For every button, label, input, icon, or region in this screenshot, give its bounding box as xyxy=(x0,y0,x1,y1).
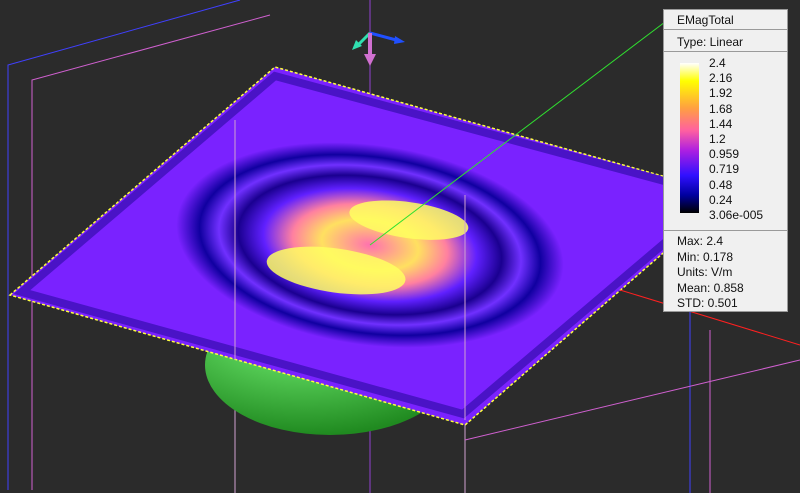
stat-max: Max: 2.4 xyxy=(677,234,724,248)
legend-stats: Max: 2.4 Min: 0.178 Units: V/m Mean: 0.8… xyxy=(664,231,787,312)
axis-triad-icon[interactable] xyxy=(352,31,405,66)
tick-label: 0.959 xyxy=(709,147,740,162)
stat-std: STD: 0.501 xyxy=(677,296,738,310)
color-bar xyxy=(680,63,699,213)
tick-label: 0.48 xyxy=(709,177,733,192)
legend-type: Type: Linear xyxy=(664,30,787,52)
tick-label: 1.92 xyxy=(709,86,733,101)
tick-label: 1.68 xyxy=(709,101,733,116)
tick-label: 3.06e-005 xyxy=(709,208,764,223)
stat-min: Min: 0.178 xyxy=(677,249,734,264)
color-legend[interactable]: EMagTotal Type: Linear 2.4 2.16 1.92 1.6… xyxy=(663,9,788,312)
stat-mean: Mean: 0.858 xyxy=(677,280,744,295)
3d-viewport[interactable]: EMagTotal Type: Linear 2.4 2.16 1.92 1.6… xyxy=(0,0,800,493)
color-scale: 2.4 2.16 1.92 1.68 1.44 1.2 0.959 0.719 … xyxy=(664,52,787,231)
tick-label: 2.16 xyxy=(709,71,733,86)
legend-title: EMagTotal xyxy=(664,10,787,30)
stat-units: Units: V/m xyxy=(677,265,733,279)
tick-label: 1.2 xyxy=(709,132,726,147)
tick-label: 0.24 xyxy=(709,192,733,207)
tick-label: 0.719 xyxy=(709,162,740,177)
tick-label: 2.4 xyxy=(709,56,726,70)
tick-label: 1.44 xyxy=(709,116,733,131)
color-scale-ticks: 2.4 2.16 1.92 1.68 1.44 1.2 0.959 0.719 … xyxy=(709,56,763,223)
